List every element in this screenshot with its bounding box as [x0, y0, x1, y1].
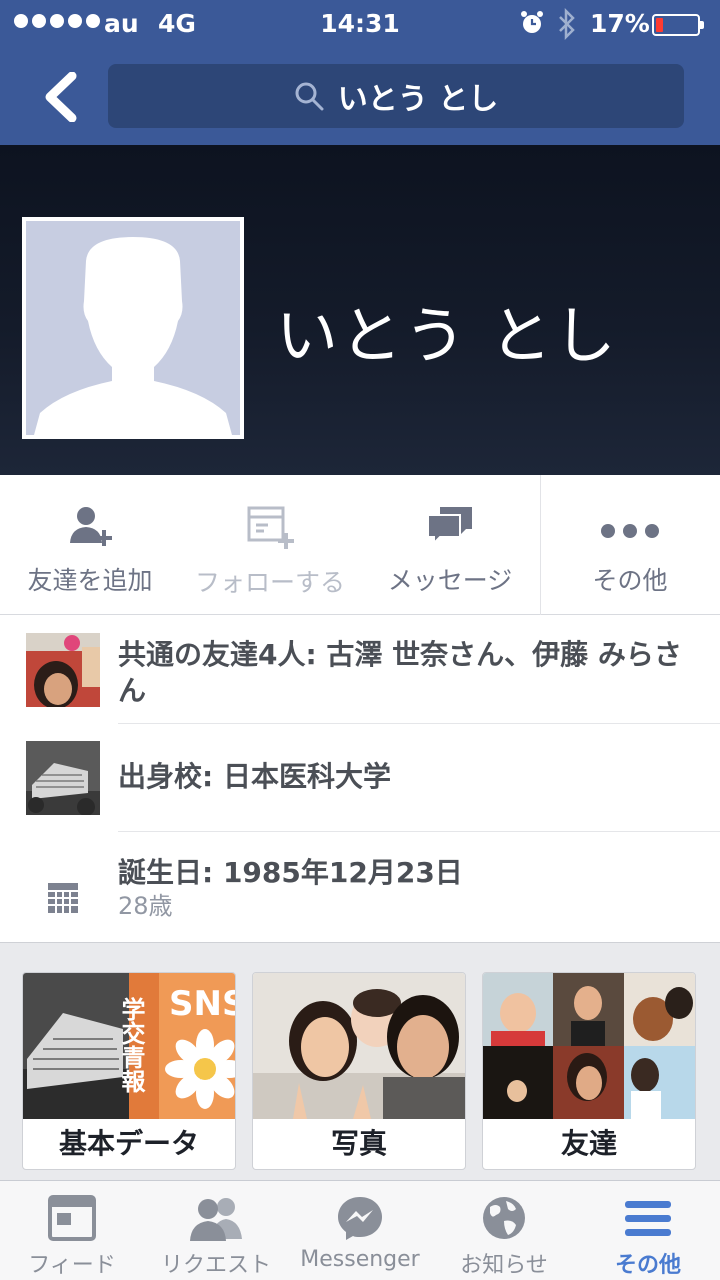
messenger-icon: [338, 1197, 382, 1240]
cover-area: いとう とし: [0, 145, 720, 475]
tab-notifications[interactable]: お知らせ: [432, 1181, 576, 1280]
friends-image: [483, 973, 695, 1119]
basic-info-image: SNS 学交青報: [23, 973, 235, 1119]
tile-art-sns: SNS: [169, 984, 235, 1024]
add-friend-icon: [70, 507, 112, 546]
tab-messenger-label: Messenger: [300, 1247, 420, 1272]
mutual-friend-photo: [26, 633, 100, 707]
photos-image: [253, 973, 465, 1119]
action-bar: 友達を追加 フォローする メッセージ その他: [0, 475, 720, 615]
birthday-info: 誕生日: 1985年12月23日 28歳: [118, 855, 690, 921]
school-text: 出身校: 日本医科大学: [118, 760, 391, 793]
alarm-icon: [520, 10, 544, 42]
tab-notifications-label: お知らせ: [460, 1253, 548, 1278]
bluetooth-icon: [556, 7, 578, 46]
header: au 4G 14:31 17% いとう とし: [0, 0, 720, 145]
search-bar[interactable]: いとう とし: [108, 64, 684, 128]
message-label: メッセージ: [387, 566, 513, 595]
mutual-friends-text: 共通の友達4人: 古澤 世奈さん、伊藤 みらさん: [118, 638, 682, 707]
photos-tile[interactable]: 写真: [252, 972, 466, 1170]
basic-info-label: 基本データ: [58, 1127, 199, 1160]
default-silhouette-icon: [34, 237, 232, 435]
follow-icon: [247, 506, 294, 549]
profile-info: 共通の友達4人: 古澤 世奈さん、伊藤 みらさん 出身校: 日本医科大学 誕生日…: [0, 615, 720, 943]
search-query: いとう とし: [337, 82, 499, 117]
calendar-icon: [26, 861, 100, 935]
feed-icon: [48, 1195, 96, 1241]
more-label: その他: [592, 566, 668, 595]
battery-percent: 17%: [590, 9, 650, 38]
tab-feed[interactable]: フィード: [0, 1181, 144, 1280]
message-button[interactable]: メッセージ: [360, 475, 540, 615]
tab-more[interactable]: その他: [576, 1181, 720, 1280]
tab-bar: フィード リクエスト Messenger お知らせ その他: [0, 1180, 720, 1280]
search-icon: [295, 82, 324, 111]
tile-art-kanji: 学交青報: [117, 996, 145, 1094]
back-button[interactable]: [40, 71, 84, 123]
friend-requests-icon: [190, 1198, 242, 1241]
tab-feed-label: フィード: [28, 1253, 116, 1278]
status-bar: au 4G 14:31 17%: [0, 0, 720, 50]
birthday-row: 誕生日: 1985年12月23日 28歳: [0, 831, 720, 943]
follow-label: フォローする: [194, 568, 345, 597]
basic-info-tile[interactable]: SNS 学交青報 基本データ: [22, 972, 236, 1170]
add-friend-label: 友達を追加: [27, 566, 153, 595]
globe-icon: [483, 1197, 525, 1239]
friends-tile[interactable]: 友達: [482, 972, 696, 1170]
more-icon: [601, 524, 659, 538]
school-row[interactable]: 出身校: 日本医科大学: [0, 723, 720, 831]
profile-name: いとう とし: [276, 299, 618, 372]
mutual-friends-row[interactable]: 共通の友達4人: 古澤 世奈さん、伊藤 みらさん: [0, 615, 720, 723]
add-friend-button[interactable]: 友達を追加: [0, 475, 180, 615]
menu-icon: [625, 1201, 671, 1236]
tab-messenger[interactable]: Messenger: [288, 1181, 432, 1280]
birthday-text: 誕生日: 1985年12月23日: [118, 856, 463, 889]
message-icon: [427, 507, 472, 546]
more-button[interactable]: その他: [540, 475, 720, 615]
battery-icon: [652, 14, 704, 36]
school-photo: [26, 741, 100, 815]
follow-button[interactable]: フォローする: [180, 475, 360, 615]
age-text: 28歳: [118, 892, 173, 920]
tab-more-label: その他: [614, 1253, 681, 1278]
tab-requests-label: リクエスト: [160, 1253, 271, 1278]
friends-label: 友達: [560, 1127, 617, 1160]
profile-picture[interactable]: [22, 217, 244, 439]
photos-label: 写真: [330, 1127, 387, 1160]
chevron-left-icon: [45, 71, 77, 123]
tab-requests[interactable]: リクエスト: [144, 1181, 288, 1280]
